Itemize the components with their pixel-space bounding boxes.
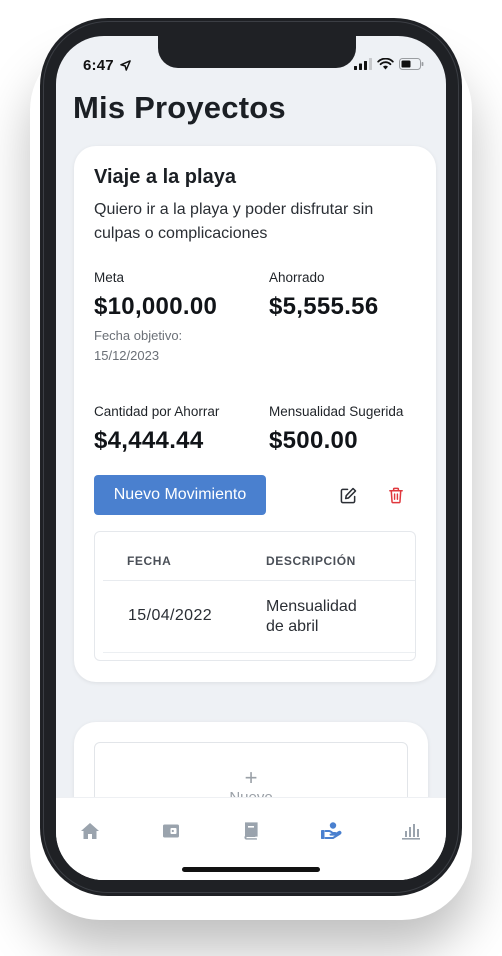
wallet-icon [163,824,179,838]
page-title: Mis Proyectos [73,90,286,125]
delete-button[interactable] [386,485,406,505]
tab-home[interactable] [78,819,102,843]
savings-hand-icon [321,822,342,839]
wifi-icon [377,58,394,70]
battery-icon [399,58,424,70]
edit-button[interactable] [338,485,358,505]
table-row-divider [103,652,415,653]
home-icon [81,823,99,839]
target-date-label: Fecha objetivo: [94,328,183,343]
tab-reports[interactable] [399,819,423,843]
row-description: Mensualidad de abril [266,598,357,635]
tab-savings[interactable] [319,819,343,843]
remaining-value: $4,444.44 [94,427,204,454]
new-movement-button[interactable]: Nuevo Movimiento [94,475,266,515]
remaining-label: Cantidad por Ahorrar [94,404,220,419]
notch [158,36,356,68]
movements-table: FECHA DESCRIPCIÓN 15/04/2022 Mensualidad… [94,531,416,661]
project-card: Viaje a la playa Quiero ir a la playa y … [74,146,436,682]
suggested-value: $500.00 [269,427,358,454]
plus-icon: + [244,765,258,790]
chart-icon [402,824,420,840]
project-title: Viaje a la playa [94,166,236,188]
cellular-signal-icon [354,58,372,70]
phone-screen: 6:47 Mis Proyectos Viaje a la playa Quie… [56,36,446,880]
goal-value: $10,000.00 [94,293,218,320]
book-icon [244,822,258,840]
tab-wallet[interactable] [159,819,183,843]
table-header-description: DESCRIPCIÓN [266,554,356,568]
table-header-divider [103,580,415,581]
saved-value: $5,555.56 [269,293,379,320]
row-date: 15/04/2022 [128,607,213,624]
home-indicator[interactable] [182,867,320,872]
tab-book[interactable] [239,819,263,843]
goal-label: Meta [94,270,125,285]
suggested-label: Mensualidad Sugerida [269,404,404,419]
status-icons [354,58,424,70]
target-date-value: 15/12/2023 [94,348,160,363]
project-description: Quiero ir a la playa y poder disfrutar s… [94,201,374,242]
device-stage: 6:47 Mis Proyectos Viaje a la playa Quie… [0,0,502,956]
saved-label: Ahorrado [269,270,325,285]
location-arrow-icon [120,60,132,71]
trash-icon [389,487,403,503]
table-header-date: FECHA [127,554,172,568]
status-time: 6:47 [83,57,132,74]
edit-icon [340,487,356,503]
